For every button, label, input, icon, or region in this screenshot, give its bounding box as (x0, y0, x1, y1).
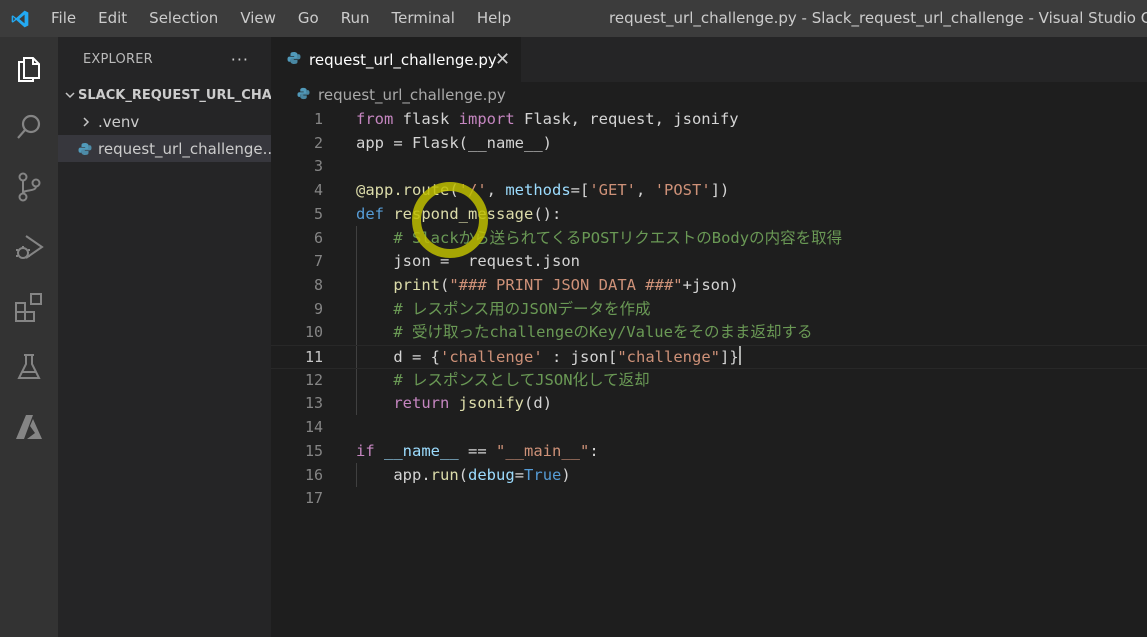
code-text: # レスポンス用のJSONデータを作成 (393, 299, 651, 318)
run-debug-icon[interactable] (0, 219, 58, 275)
breadcrumb: request_url_challenge.py (271, 82, 1147, 108)
window-title: request_url_challenge.py - Slack_request… (609, 9, 1147, 27)
workspace-folder[interactable]: SLACK_REQUEST_URL_CHA... (58, 82, 271, 108)
code-line: 4 @app.route('/', methods=['GET', 'POST'… (271, 179, 1147, 203)
menu-terminal[interactable]: Terminal (381, 0, 466, 37)
line-number: 10 (304, 323, 323, 342)
tab-label: request_url_challenge.py (309, 50, 497, 69)
title-bar: File Edit Selection View Go Run Terminal… (0, 0, 1147, 37)
line-number: 16 (304, 465, 323, 484)
menu-file[interactable]: File (40, 0, 87, 37)
activity-bar (0, 37, 58, 637)
menu-bar: File Edit Selection View Go Run Terminal… (40, 0, 522, 37)
code-text: app = Flask(__name__) (356, 133, 553, 152)
line-number: 8 (313, 275, 323, 294)
click-highlight (412, 182, 488, 258)
code-line: 3 (271, 155, 1147, 179)
code-line: 6 # Slackから送られてくるPOSTリクエストのBodyの内容を取得 (271, 227, 1147, 251)
line-number: 5 (313, 204, 323, 223)
line-number: 7 (313, 252, 323, 271)
code-text: d = {'challenge' : json["challenge"]} (393, 346, 741, 366)
search-icon[interactable] (0, 99, 58, 155)
python-icon (297, 86, 310, 104)
code-line: 10 # 受け取ったchallengeのKey/Valueをそのまま返却する (271, 321, 1147, 345)
line-number: 15 (304, 441, 323, 460)
line-number: 9 (313, 299, 323, 318)
code-text: json = request.json (393, 252, 580, 271)
extensions-icon[interactable] (0, 279, 58, 335)
chevron-right-icon (78, 116, 94, 128)
code-text: return jsonify(d) (393, 394, 553, 413)
code-line: 13 return jsonify(d) (271, 392, 1147, 416)
tree-item-venv[interactable]: .venv (58, 108, 271, 135)
line-number: 17 (304, 489, 323, 508)
line-number: 13 (304, 394, 323, 413)
more-actions-icon[interactable]: ··· (231, 50, 249, 69)
code-text: # 受け取ったchallengeのKey/Valueをそのまま返却する (393, 323, 813, 342)
line-number: 2 (313, 133, 323, 152)
code-line: 7 json = request.json (271, 250, 1147, 274)
code-line: 1 from flask import Flask, request, json… (271, 108, 1147, 132)
explorer-sidebar: EXPLORER ··· SLACK_REQUEST_URL_CHA... .v… (58, 37, 271, 637)
code-text: app.run(debug=True) (393, 465, 571, 484)
line-number: 14 (304, 418, 323, 437)
python-icon (287, 50, 301, 69)
code-text: from flask import Flask, request, jsonif… (356, 110, 739, 128)
azure-icon[interactable] (0, 399, 58, 455)
code-line: 9 # レスポンス用のJSONデータを作成 (271, 298, 1147, 322)
source-control-icon[interactable] (0, 159, 58, 215)
menu-selection[interactable]: Selection (138, 0, 229, 37)
line-number: 12 (304, 370, 323, 389)
code-text: print("### PRINT JSON DATA ###"+json) (393, 275, 739, 294)
code-text: @app.route('/', methods=['GET', 'POST']) (356, 181, 730, 200)
line-number: 1 (313, 110, 323, 128)
code-line: 2 app = Flask(__name__) (271, 132, 1147, 156)
menu-edit[interactable]: Edit (87, 0, 138, 37)
chevron-down-icon (64, 89, 76, 101)
line-number: 11 (304, 348, 323, 366)
python-icon (78, 142, 92, 156)
line-number: 6 (313, 228, 323, 247)
code-line: 8 print("### PRINT JSON DATA ###"+json) (271, 274, 1147, 298)
tree-item-request-url-challenge[interactable]: request_url_challenge... (58, 135, 271, 162)
code-line: 5 def respond_message(): (271, 203, 1147, 227)
workspace-folder-label: SLACK_REQUEST_URL_CHA... (78, 87, 271, 103)
tab-request-url-challenge[interactable]: request_url_challenge.py ✕ (271, 37, 521, 82)
close-icon[interactable]: ✕ (495, 49, 510, 70)
current-code-line: 11 d = {'challenge' : json["challenge"]} (271, 345, 1147, 369)
menu-run[interactable]: Run (330, 0, 381, 37)
explorer-icon[interactable] (0, 39, 58, 95)
line-number: 4 (313, 181, 323, 200)
code-line: 17 (271, 487, 1147, 511)
tree-item-label: request_url_challenge... (98, 139, 271, 158)
code-text: if __name__ == "__main__": (356, 441, 599, 460)
line-number: 3 (313, 157, 323, 176)
code-line: 15 if __name__ == "__main__": (271, 440, 1147, 464)
menu-view[interactable]: View (229, 0, 287, 37)
sidebar-title: EXPLORER (83, 52, 153, 67)
editor-tab-bar: request_url_challenge.py ✕ (271, 37, 1147, 82)
vscode-logo-icon (0, 0, 40, 37)
menu-go[interactable]: Go (287, 0, 330, 37)
tree-item-label: .venv (98, 112, 140, 131)
code-line: 16 app.run(debug=True) (271, 464, 1147, 488)
breadcrumb-file[interactable]: request_url_challenge.py (318, 86, 506, 104)
code-editor[interactable]: 1 from flask import Flask, request, json… (271, 108, 1147, 637)
testing-icon[interactable] (0, 339, 58, 395)
menu-help[interactable]: Help (466, 0, 522, 37)
sidebar-header: EXPLORER ··· (58, 37, 271, 82)
code-text: # レスポンスとしてJSON化して返却 (393, 370, 650, 389)
code-line: 14 (271, 416, 1147, 440)
code-line: 12 # レスポンスとしてJSON化して返却 (271, 369, 1147, 393)
text-cursor (738, 346, 741, 365)
